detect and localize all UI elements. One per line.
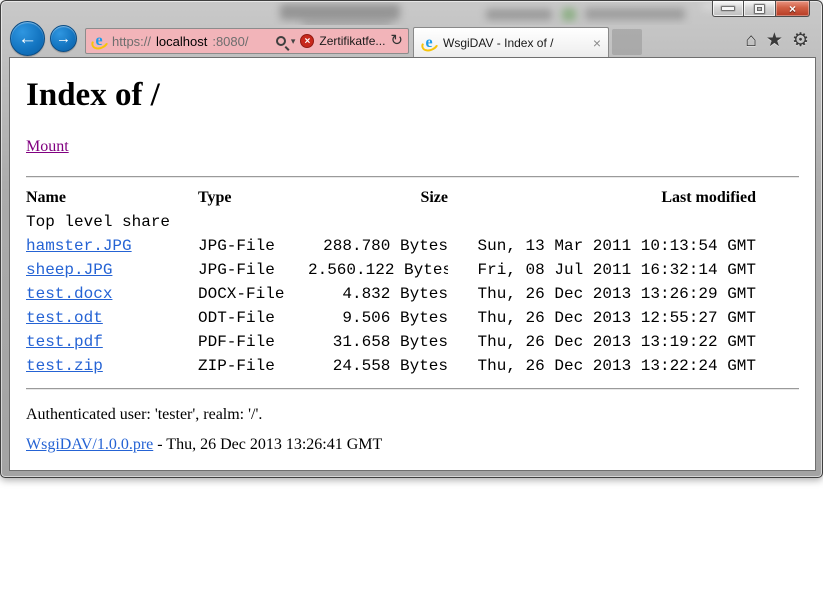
- file-type: DOCX-File: [198, 282, 308, 306]
- title-bar[interactable]: [2, 2, 821, 25]
- minimize-button[interactable]: [712, 1, 744, 17]
- file-link[interactable]: test.pdf: [26, 333, 103, 351]
- share-note-row: Top level share: [26, 210, 756, 234]
- header-size: Size: [308, 186, 448, 210]
- file-link[interactable]: test.odt: [26, 309, 103, 327]
- table-row: hamster.JPG JPG-File 288.780 Bytes Sun, …: [26, 234, 756, 258]
- server-signature: WsgiDAV/1.0.0.pre - Thu, 26 Dec 2013 13:…: [26, 436, 799, 454]
- back-button[interactable]: ←: [10, 21, 45, 56]
- background-blur: [562, 8, 576, 21]
- table-header-row: Name Type Size Last modified: [26, 186, 756, 210]
- file-modified: Thu, 26 Dec 2013 13:19:22 GMT: [448, 330, 756, 354]
- table-row: test.docx DOCX-File 4.832 Bytes Thu, 26 …: [26, 282, 756, 306]
- search-icon[interactable]: [276, 36, 286, 46]
- file-modified: Thu, 26 Dec 2013 12:55:27 GMT: [448, 306, 756, 330]
- file-size: 9.506 Bytes: [308, 306, 448, 330]
- close-icon: ×: [789, 2, 796, 16]
- authenticated-user-text: Authenticated user: 'tester', realm: '/'…: [26, 406, 799, 424]
- file-link[interactable]: hamster.JPG: [26, 237, 132, 255]
- minimize-icon: [722, 7, 734, 10]
- tab-close-icon[interactable]: ×: [593, 36, 601, 50]
- file-size: 2.560.122 Bytes: [308, 258, 448, 282]
- wsgidav-version-link[interactable]: WsgiDAV/1.0.0.pre: [26, 436, 153, 453]
- maximize-button[interactable]: [744, 1, 776, 17]
- ie-favicon-icon: e: [91, 33, 107, 49]
- address-bar[interactable]: e https:// localhost :8080/ ▾ × Zertifik…: [85, 28, 409, 54]
- background-blur: [486, 9, 552, 20]
- tab-favicon-icon: e: [421, 35, 437, 51]
- header-name: Name: [26, 186, 198, 210]
- forward-button[interactable]: →: [50, 25, 77, 52]
- background-blur: [302, 20, 392, 25]
- url-scheme: https://: [112, 34, 151, 49]
- refresh-icon[interactable]: ↻: [390, 33, 403, 49]
- home-icon[interactable]: ⌂: [745, 29, 756, 53]
- background-blur: [280, 4, 400, 20]
- table-row: sheep.JPG JPG-File 2.560.122 Bytes Fri, …: [26, 258, 756, 282]
- page-content: Index of / Mount Name Type Size Last mod…: [9, 57, 816, 471]
- file-size: 288.780 Bytes: [308, 234, 448, 258]
- toolbar-icons: ⌂ ★ ⚙: [745, 29, 809, 53]
- table-row: test.zip ZIP-File 24.558 Bytes Thu, 26 D…: [26, 354, 756, 378]
- close-button[interactable]: ×: [776, 1, 810, 17]
- favorites-star-icon[interactable]: ★: [766, 29, 783, 53]
- mount-row: Mount: [26, 138, 799, 158]
- file-type: PDF-File: [198, 330, 308, 354]
- tab-title: WsgiDAV - Index of /: [443, 36, 587, 50]
- table-row: test.odt ODT-File 9.506 Bytes Thu, 26 De…: [26, 306, 756, 330]
- mount-link[interactable]: Mount: [26, 138, 69, 155]
- window-controls: ×: [712, 1, 810, 17]
- file-type: JPG-File: [198, 258, 308, 282]
- divider: [26, 176, 799, 178]
- page-title: Index of /: [26, 76, 799, 114]
- directory-listing-table: Name Type Size Last modified Top level s…: [26, 186, 756, 378]
- file-size: 31.658 Bytes: [308, 330, 448, 354]
- divider: [26, 388, 799, 390]
- chevron-down-icon[interactable]: ▾: [291, 36, 296, 47]
- file-type: ODT-File: [198, 306, 308, 330]
- certificate-error-icon[interactable]: ×: [300, 34, 314, 48]
- url-port-path: :8080/: [212, 34, 248, 49]
- header-last-modified: Last modified: [448, 186, 756, 210]
- file-modified: Sun, 13 Mar 2011 10:13:54 GMT: [448, 234, 756, 258]
- file-size: 24.558 Bytes: [308, 354, 448, 378]
- gear-icon[interactable]: ⚙: [792, 29, 809, 53]
- file-modified: Thu, 26 Dec 2013 13:22:24 GMT: [448, 354, 756, 378]
- url-host: localhost: [156, 34, 207, 49]
- new-tab-button[interactable]: [612, 29, 642, 55]
- maximize-icon: [755, 5, 764, 13]
- tab-wsgidav[interactable]: e WsgiDAV - Index of / ×: [413, 27, 609, 57]
- forward-arrow-icon: →: [56, 30, 71, 47]
- file-type: JPG-File: [198, 234, 308, 258]
- share-note: Top level share: [26, 210, 756, 234]
- browser-window: × ← → e https:// localhost :8080/ ▾ × Ze…: [0, 0, 823, 478]
- file-link[interactable]: test.docx: [26, 285, 112, 303]
- server-timestamp: - Thu, 26 Dec 2013 13:26:41 GMT: [153, 436, 382, 453]
- file-type: ZIP-File: [198, 354, 308, 378]
- file-link[interactable]: sheep.JPG: [26, 261, 112, 279]
- file-modified: Fri, 08 Jul 2011 16:32:14 GMT: [448, 258, 756, 282]
- table-row: test.pdf PDF-File 31.658 Bytes Thu, 26 D…: [26, 330, 756, 354]
- file-link[interactable]: test.zip: [26, 357, 103, 375]
- certificate-error-label[interactable]: Zertifikatfe...: [319, 34, 385, 48]
- background-blur: [585, 8, 685, 20]
- header-type: Type: [198, 186, 308, 210]
- file-size: 4.832 Bytes: [308, 282, 448, 306]
- back-arrow-icon: ←: [18, 28, 37, 49]
- file-modified: Thu, 26 Dec 2013 13:26:29 GMT: [448, 282, 756, 306]
